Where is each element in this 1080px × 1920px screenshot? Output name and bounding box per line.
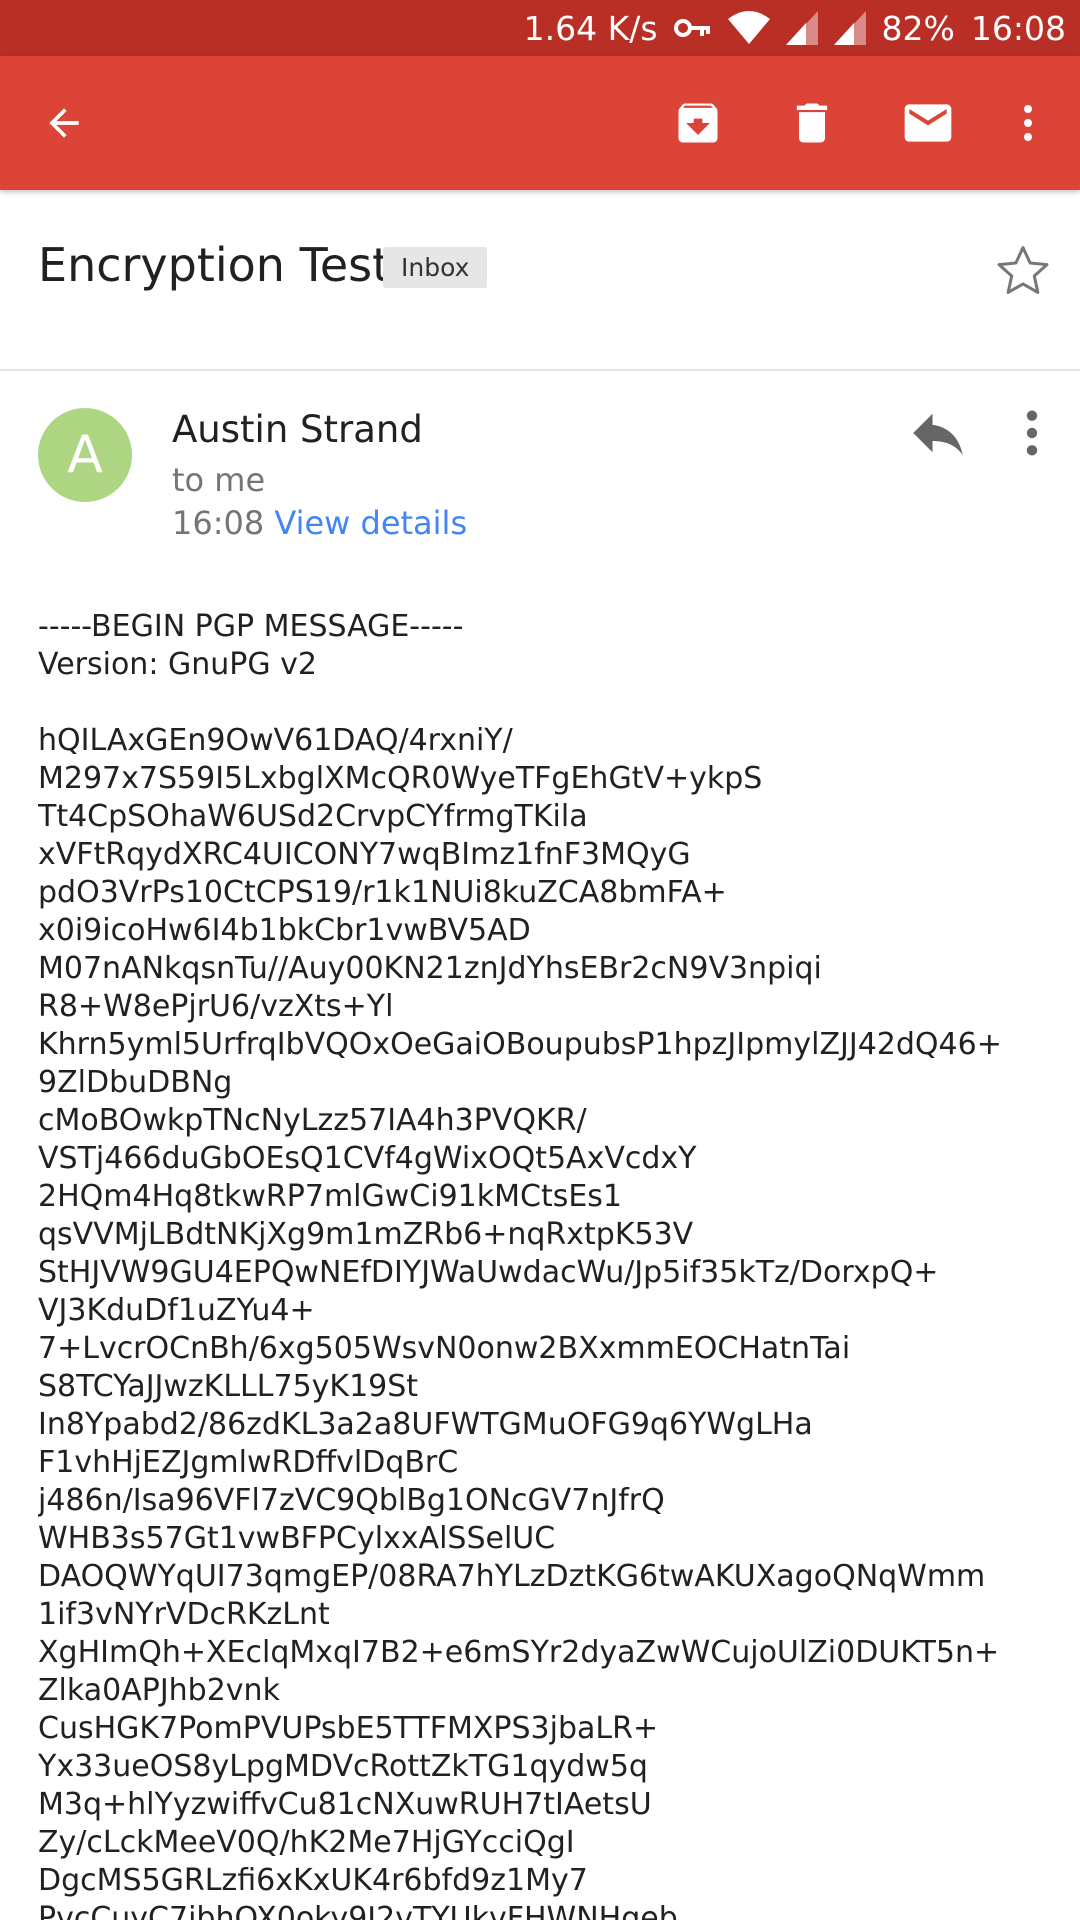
archive-icon xyxy=(678,103,718,143)
reply-button[interactable] xyxy=(905,400,971,466)
avatar[interactable]: A xyxy=(38,408,132,502)
email-subject: Encryption Test xyxy=(38,238,391,292)
body-line: x0i9icoHw6I4b1bkCbr1vwBV5AD xyxy=(38,913,531,948)
email-body: -----BEGIN PGP MESSAGE----- Version: GnuP… xyxy=(38,608,1058,1920)
recipient-line: to me xyxy=(172,461,266,499)
reply-icon xyxy=(913,413,963,455)
body-line: 7+LvcrOCnBh/6xg505WsvN0onw2BXxmmEOCHatnT… xyxy=(38,1331,851,1366)
body-line: R8+W8ePjrU6/vzXts+Yl xyxy=(38,989,394,1024)
mail-icon xyxy=(904,104,952,142)
label-chip[interactable]: Inbox xyxy=(383,247,488,288)
body-line: XgHImQh+XEclqMxqI7B2+e6mSYr2dyaZwWCujoUl… xyxy=(38,1635,1000,1670)
clock: 16:08 xyxy=(970,8,1066,48)
body-line: S8TCYaJJwzKLLL75yK19St xyxy=(38,1369,419,1404)
status-bar: 1.64 K/s 82% 16:08 xyxy=(0,0,1080,56)
star-icon xyxy=(997,246,1049,294)
body-line: Zy/cLckMeeV0Q/hK2Me7HjGYcciQgI xyxy=(38,1825,575,1860)
body-line: 9ZlDbuDBNg xyxy=(38,1065,233,1100)
battery-level: 82% xyxy=(881,8,955,48)
view-details-link[interactable]: View details xyxy=(274,504,467,542)
back-arrow-icon xyxy=(49,108,79,138)
subject-row: Encryption Test Inbox xyxy=(0,190,1080,370)
body-line: pdO3VrPs10CtCPS19/r1k1NUi8kuZCA8bmFA+ xyxy=(38,875,727,910)
sender-name: Austin Strand xyxy=(172,408,423,451)
body-line: StHJVW9GU4EPQwNEfDIYJWaUwdacWu/Jp5if35kT… xyxy=(38,1255,939,1290)
body-line: DgcMS5GRLzfi6xKxUK4r6bfd9z1My7 xyxy=(38,1863,588,1898)
delete-icon xyxy=(796,103,828,143)
body-line: xVFtRqydXRC4UICONY7wqBImz1fnF3MQyG xyxy=(38,837,691,872)
body-line: hQILAxGEn9OwV61DAQ/4rxniY/ xyxy=(38,723,513,758)
time-line: 16:08 View details xyxy=(172,504,467,542)
body-line: 1if3vNYrVDcRKzLnt xyxy=(38,1597,330,1632)
body-line: M07nANkqsnTu//Auy00KN21znJdYhsEBr2cN9V3n… xyxy=(38,951,822,986)
body-line: In8Ypabd2/86zdKL3a2a8UFWTGMuOFG9q6YWgLHa xyxy=(38,1407,813,1442)
back-button[interactable] xyxy=(22,81,106,165)
body-line: qsVVMjLBdtNKjXg9m1mZRb6+nqRxtpK53V xyxy=(38,1217,694,1252)
body-line: VJ3KduDf1uZYu4+ xyxy=(38,1293,315,1328)
divider xyxy=(0,369,1080,371)
more-options-button[interactable] xyxy=(986,81,1070,165)
body-line: M3q+hlYyzwiffvCu81cNXuwRUH7tIAetsU xyxy=(38,1787,652,1822)
body-line xyxy=(38,684,1058,722)
network-speed: 1.64 K/s xyxy=(523,8,658,48)
more-vert-icon xyxy=(1026,410,1038,456)
body-line: M297x7S59I5LxbglXMcQR0WyeTFgEhGtV+ykpS xyxy=(38,761,763,796)
app-bar xyxy=(0,56,1080,190)
delete-button[interactable] xyxy=(770,81,854,165)
sent-time: 16:08 xyxy=(172,504,265,542)
body-line: PvcCuyC7jbhOX0oky9J2vTYUkvFHWNHqeb xyxy=(38,1901,678,1920)
body-line: Version: GnuPG v2 xyxy=(38,647,317,682)
body-line: Khrn5yml5UrfrqIbVQOxOeGaiOBoupubsP1hpzJI… xyxy=(38,1027,1002,1062)
archive-button[interactable] xyxy=(656,81,740,165)
body-line: 2HQm4Hq8tkwRP7mlGwCi91kMCtsEs1 xyxy=(38,1179,623,1214)
signal-icon xyxy=(785,11,818,45)
body-line: j486n/Isa96VFl7zVC9QblBg1ONcGV7nJfrQ xyxy=(38,1483,665,1518)
vpn-key-icon xyxy=(673,16,712,40)
body-line: F1vhHjEZJgmlwRDffvlDqBrC xyxy=(38,1445,459,1480)
body-line: CusHGK7PomPVUPsbE5TTFMXPS3jbaLR+ xyxy=(38,1711,659,1746)
more-vert-icon xyxy=(1024,105,1032,141)
body-line: -----BEGIN PGP MESSAGE----- xyxy=(38,609,464,644)
signal-icon xyxy=(833,11,866,45)
body-line: Yx33ueOS8yLpgMDVcRottZkTG1qydw5q xyxy=(38,1749,648,1784)
body-line: Zlka0APJhb2vnk xyxy=(38,1673,280,1708)
body-line: VSTj466duGbOEsQ1CVf4gWixOQt5AxVcdxY xyxy=(38,1141,697,1176)
body-line: cMoBOwkpTNcNyLzz57IA4h3PVQKR/ xyxy=(38,1103,587,1138)
body-line: WHB3s57Gt1vwBFPCylxxAlSSelUC xyxy=(38,1521,556,1556)
body-line: Tt4CpSOhaW6USd2CrvpCYfrmgTKila xyxy=(38,799,588,834)
star-button[interactable] xyxy=(990,238,1056,304)
body-line: DAOQWYqUI73qmgEP/08RA7hYLzDztKG6twAKUXag… xyxy=(38,1559,986,1594)
message-more-button[interactable] xyxy=(1006,400,1058,466)
mark-unread-button[interactable] xyxy=(886,81,970,165)
wifi-icon xyxy=(727,11,770,45)
